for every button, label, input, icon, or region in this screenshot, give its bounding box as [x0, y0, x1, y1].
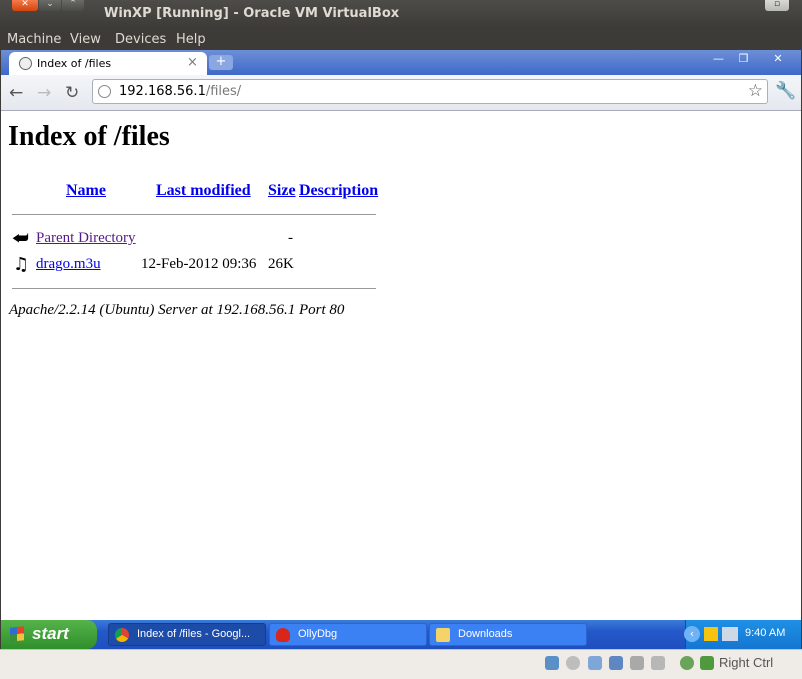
usb-icon[interactable]: [588, 656, 602, 670]
chrome-icon: [115, 628, 129, 642]
table-row: Parent Directory: [36, 230, 136, 247]
host-window-title: WinXP [Running] - Oracle VM VirtualBox: [104, 6, 400, 21]
folder-icon: [436, 628, 450, 642]
column-size-link[interactable]: Size: [268, 182, 296, 200]
tray-expand-icon[interactable]: ‹: [684, 626, 700, 642]
task-label: OllyDbg: [298, 628, 338, 640]
file-link[interactable]: drago.m3u: [36, 256, 101, 272]
menu-view[interactable]: View: [70, 32, 101, 47]
host-close-button[interactable]: ✕: [12, 0, 38, 11]
host-restore-button[interactable]: ▫: [765, 0, 789, 11]
row-size: 26K: [268, 256, 294, 272]
optical-drive-icon[interactable]: [566, 656, 580, 670]
mouse-integration-icon[interactable]: [680, 656, 694, 670]
divider: [12, 288, 376, 289]
tab-title: Index of /files: [37, 57, 112, 70]
row-size: -: [288, 230, 293, 246]
xp-taskbar: start Index of /files - Googl... OllyDbg…: [1, 620, 801, 649]
host-status-bar: Right Ctrl: [0, 649, 802, 679]
new-tab-button[interactable]: +: [209, 55, 233, 70]
security-alert-icon[interactable]: [704, 627, 718, 641]
forward-arrow-icon[interactable]: →: [37, 83, 51, 103]
column-name-link[interactable]: Name: [66, 182, 106, 200]
url-path: /files/: [205, 84, 242, 99]
table-row: drago.m3u: [36, 256, 101, 273]
url-text: 192.168.56.1/files/: [119, 84, 241, 99]
start-label: start: [32, 624, 69, 643]
music-note-icon: ♫: [13, 254, 30, 275]
reload-icon[interactable]: ↻: [65, 83, 79, 103]
parent-directory-link[interactable]: Parent Directory: [36, 230, 136, 246]
task-label: Index of /files - Googl...: [137, 628, 251, 640]
windows-logo-icon: [10, 626, 24, 642]
browser-toolbar: ← → ↻ 192.168.56.1/files/ ☆ 🔧: [1, 75, 801, 111]
guest-display: Index of /files × + — ❐ ✕ ← → ↻ 192.168.…: [1, 50, 801, 649]
row-modified: 12-Feb-2012 09:36: [141, 256, 257, 272]
back-arrow-icon[interactable]: ←: [9, 83, 23, 103]
globe-icon: [19, 57, 32, 70]
task-button-browser[interactable]: Index of /files - Googl...: [108, 623, 266, 646]
url-host: 192.168.56.1: [119, 84, 206, 99]
tab-close-icon[interactable]: ×: [187, 55, 198, 70]
hard-disk-icon[interactable]: [545, 656, 559, 670]
browser-tab[interactable]: Index of /files ×: [9, 52, 207, 75]
ollydbg-bug-icon: [276, 628, 290, 642]
page-globe-icon: [98, 85, 111, 98]
task-label: Downloads: [458, 628, 513, 640]
host-minimize-button[interactable]: ⌄: [39, 0, 61, 11]
menu-machine[interactable]: Machine: [7, 32, 61, 47]
server-signature: Apache/2.2.14 (Ubuntu) Server at 192.168…: [9, 302, 345, 318]
host-menu-bar: Machine View Devices Help: [0, 28, 802, 50]
browser-tab-strip: Index of /files × + — ❐ ✕: [1, 50, 801, 75]
system-tray: ‹ 9:40 AM: [684, 620, 801, 649]
keyboard-capture-icon[interactable]: [700, 656, 714, 670]
page-heading: Index of /files: [8, 121, 170, 152]
address-bar[interactable]: 192.168.56.1/files/ ☆: [92, 79, 768, 104]
guest-restore-button[interactable]: ❐: [729, 51, 758, 68]
host-key-label: Right Ctrl: [719, 655, 774, 670]
host-maximize-button[interactable]: ⌃: [62, 0, 84, 11]
clock: 9:40 AM: [745, 627, 786, 639]
display-icon[interactable]: [651, 656, 665, 670]
guest-close-button[interactable]: ✕: [759, 51, 797, 68]
shared-folders-icon[interactable]: [609, 656, 623, 670]
back-arrow-icon: ⮨: [12, 228, 29, 249]
network-icon[interactable]: [722, 627, 738, 641]
column-description-link[interactable]: Description: [299, 182, 378, 200]
start-button[interactable]: start: [1, 620, 97, 649]
column-last-modified-link[interactable]: Last modified: [156, 182, 251, 200]
divider: [12, 214, 376, 215]
host-title-bar: ✕ ⌄ ⌃ WinXP [Running] - Oracle VM Virtua…: [0, 0, 802, 28]
task-button-ollydbg[interactable]: OllyDbg: [269, 623, 427, 646]
page-content: Index of /files Name Last modified Size …: [1, 111, 801, 621]
network-adapter-icon[interactable]: [630, 656, 644, 670]
menu-help[interactable]: Help: [176, 32, 206, 47]
wrench-menu-icon[interactable]: 🔧: [775, 81, 796, 101]
menu-devices[interactable]: Devices: [115, 32, 166, 47]
task-button-downloads[interactable]: Downloads: [429, 623, 587, 646]
bookmark-star-icon[interactable]: ☆: [748, 81, 763, 101]
